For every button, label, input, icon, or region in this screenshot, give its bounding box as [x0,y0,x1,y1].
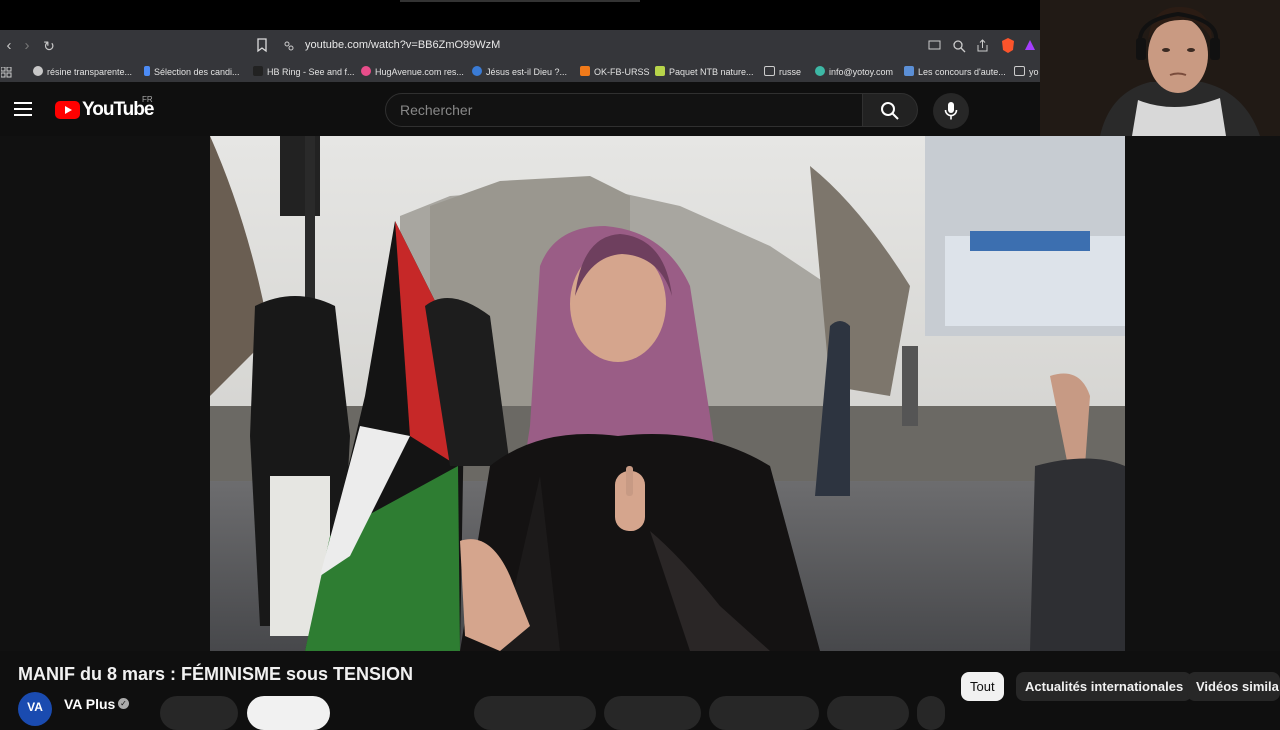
thanks-button[interactable] [827,696,909,730]
rewards-icon[interactable] [1024,39,1036,51]
search-button[interactable] [862,93,918,127]
back-icon[interactable]: ‹ [0,37,18,55]
microphone-icon [944,102,958,120]
video-scene-image [210,136,1125,651]
address-bar[interactable]: youtube.com/watch?v=BB6ZmO99WzM [250,34,1040,58]
share-icon[interactable] [976,39,989,52]
search-icon [881,102,899,120]
brave-shield-icon[interactable] [1000,37,1016,54]
video-title: MANIF du 8 mars : FÉMINISME sous TENSION [18,664,414,684]
like-dislike-button[interactable] [474,696,596,730]
webcam-overlay [1040,0,1280,136]
bookmark-folder[interactable]: russe [764,66,801,77]
youtube-header: YouTube FR [0,82,1040,136]
forward-icon[interactable]: › [18,37,36,55]
url-text[interactable]: youtube.com/watch?v=BB6ZmO99WzM [305,39,500,51]
bookmark-item[interactable]: OK-FB-URSS [580,66,650,77]
tab-indicator [400,0,640,2]
bookmark-item[interactable]: résine transparente... [33,66,132,77]
browser-top-strip [0,0,1040,30]
chip-all[interactable]: Tout [961,672,1004,701]
region-badge: FR [142,95,153,104]
streamer-face-image [1040,0,1280,136]
bookmark-item[interactable]: info@yotoy.com [815,66,893,77]
video-frame[interactable] [210,136,1125,651]
menu-icon[interactable] [14,102,32,116]
bookmark-item[interactable]: Les concours d'aute... [904,66,1006,77]
channel-name[interactable]: VA Plus [64,696,115,712]
join-button[interactable] [160,696,238,730]
bookmark-item[interactable]: Paquet NTB nature... [655,66,754,77]
site-settings-icon[interactable] [283,40,295,52]
bookmark-item[interactable]: Jésus est-il Dieu ?... [472,66,567,77]
youtube-logo[interactable]: YouTube FR [55,95,154,121]
subscribe-button[interactable] [247,696,330,730]
voice-search-button[interactable] [933,93,969,129]
youtube-play-icon [55,101,80,119]
reload-icon[interactable]: ↻ [40,37,58,55]
bookmark-item[interactable]: Sélection des candi... [144,66,240,77]
search-input[interactable] [386,94,854,126]
save-button[interactable] [709,696,819,730]
browser-toolbar: ‹ › ↻ youtube.com/watch?v=BB6ZmO99WzM [0,30,1040,62]
chip-international-news[interactable]: Actualités internationales [1016,672,1193,701]
bookmark-item[interactable]: HB Ring - See and f... [253,66,355,77]
video-player[interactable] [0,136,1280,651]
share-button[interactable] [604,696,701,730]
chip-similar-videos[interactable]: Vidéos simila [1187,672,1280,701]
bookmark-item[interactable]: HugAvenue.com res... [361,66,464,77]
more-actions-button[interactable] [917,696,945,730]
channel-avatar[interactable]: VA [18,692,52,726]
cast-icon[interactable] [928,40,941,52]
apps-grid-icon[interactable] [1,67,12,78]
bookmark-folder[interactable]: yo [1014,66,1039,77]
verified-badge-icon: ✓ [118,698,129,709]
zoom-icon[interactable] [952,39,966,53]
bookmarks-bar: résine transparente... Sélection des can… [0,62,1040,82]
bookmark-icon[interactable] [256,38,268,53]
search-box [385,93,863,127]
